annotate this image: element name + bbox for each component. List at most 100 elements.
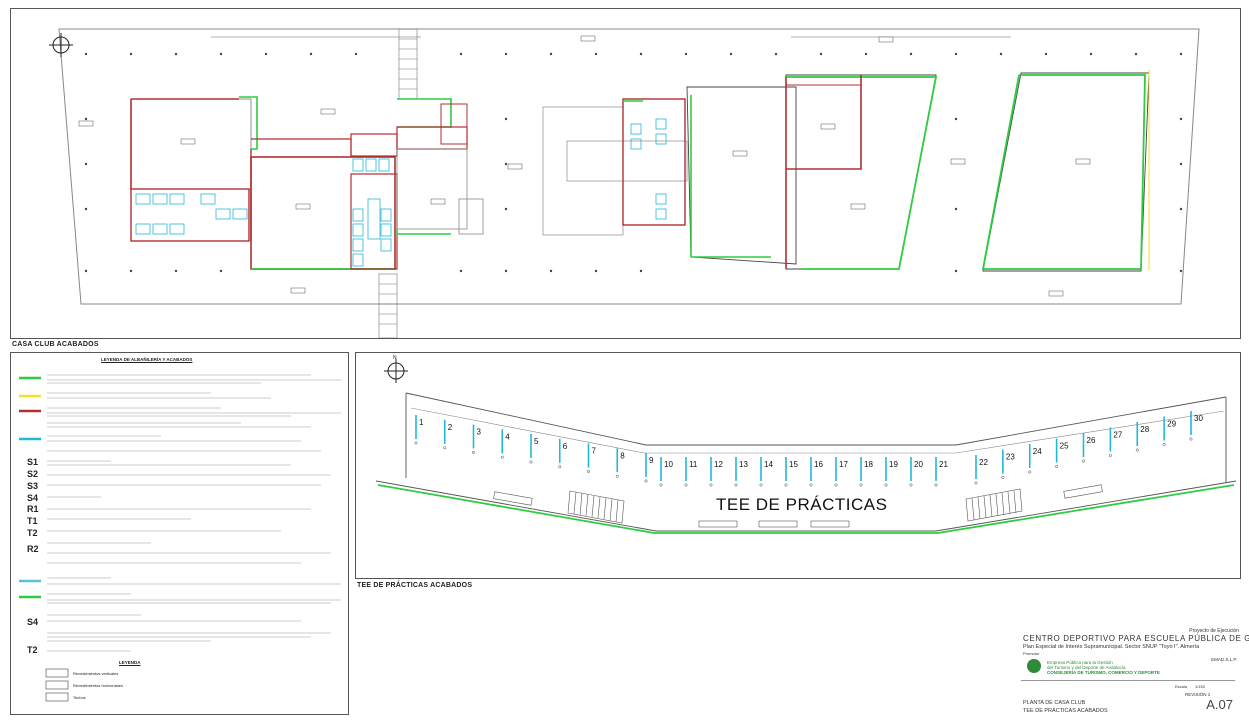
legend-code-9: S4: [27, 617, 39, 627]
tee-bay-marker: [472, 451, 475, 454]
tee-bay-number: 30: [1194, 414, 1203, 423]
casa-club-caption: CASA CLUB ACABADOS: [12, 341, 99, 348]
tee-bay-number: 11: [689, 460, 698, 469]
legend-code-7: T2: [27, 528, 38, 538]
legend-footer-heading: LEYENDA: [119, 660, 141, 665]
tee-bay-number: 20: [914, 460, 923, 469]
title-block: Proyecto de Ejecución CENTRO DEPORTIVO P…: [1015, 628, 1249, 718]
promoter-label: Promotor: [1023, 651, 1040, 656]
project-title: CENTRO DEPORTIVO PARA ESCUELA PÚBLICA DE…: [1023, 634, 1249, 643]
scale-value: 1/150: [1195, 684, 1206, 689]
tee-bay-marker: [834, 483, 838, 487]
tee-bay-number: 25: [1060, 442, 1069, 451]
tee-bay-number: 5: [534, 437, 539, 446]
sheet-number: A.07: [1206, 697, 1233, 712]
tee-floor-plan: N 123456789 10 11 12 13 14 15 16 17 18 1…: [375, 355, 1237, 534]
room-tags: [78, 35, 1091, 297]
tee-bay-marker: [1001, 476, 1005, 479]
tee-bay-number: 23: [1006, 453, 1015, 462]
tee-bay-number: 13: [739, 460, 748, 469]
tee-bay-number: 29: [1167, 420, 1176, 429]
legend-footer-item-3: Techos: [73, 695, 86, 700]
right-building-block-a: [785, 74, 938, 270]
slab-outline: [58, 28, 1200, 305]
tee-bay-marker: [1082, 459, 1085, 463]
legend-footer-item-1: Revestimientos verticales: [73, 671, 119, 676]
tee-bay-marker: [974, 481, 978, 485]
legend-footer-item-2: Revestimientos horizontales: [73, 683, 124, 688]
tee-bay-marker: [734, 483, 738, 487]
legend-footer-symbols: [45, 668, 69, 702]
tee-bay-number: 8: [620, 451, 625, 460]
svg-text:N: N: [393, 355, 397, 361]
tee-bay-number: 15: [789, 460, 798, 469]
tee-stairs-right: [965, 488, 1023, 522]
tee-bay-marker: [884, 483, 888, 487]
tee-bay-number: 9: [649, 456, 654, 465]
tee-bay-marker: [443, 446, 447, 450]
tee-bay-marker: [1189, 437, 1193, 441]
tee-bay-number: 3: [477, 428, 482, 437]
legend-lines: [19, 374, 341, 702]
tee-back-edge: [405, 392, 1227, 446]
tee-bay-marker: [809, 483, 813, 487]
tee-bay-number: 21: [939, 460, 948, 469]
tee-bay-number: 22: [979, 458, 988, 467]
legend-code-5: R1: [27, 504, 39, 514]
tee-bay-marker: [615, 474, 619, 478]
tee-bay-number: 1: [419, 418, 424, 427]
tee-bay-marker: [644, 479, 648, 483]
plan-title-1: PLANTA DE CASA CLUB: [1023, 700, 1086, 706]
scale-label: Escala: [1175, 684, 1188, 689]
legend-code-2: S2: [27, 469, 39, 479]
tee-bay-number: 2: [448, 423, 453, 432]
client-name: EMAD.S.L.P.: [1211, 657, 1237, 662]
north-arrow-icon: [49, 33, 73, 57]
legend-code-8: R2: [27, 544, 39, 554]
tee-bay-number: 16: [814, 460, 823, 469]
tee-bay-number: 19: [889, 460, 898, 469]
tee-bay-marker: [500, 455, 504, 459]
tee-bay-marker: [414, 441, 418, 445]
tee-stairs-left: [567, 490, 625, 524]
north-arrow-icon: N: [384, 355, 408, 383]
tee-bay-number: 10: [664, 460, 673, 469]
tee-bay-marker: [587, 470, 590, 473]
tee-bay-number: 6: [563, 442, 568, 451]
tee-bay-number: 26: [1087, 436, 1096, 445]
tee-plan-panel: N 1 2 3 4 5 6 7 8 9 10 11 12 13 14 15 16…: [355, 352, 1241, 579]
legend-panel: LEYENDA DE ALBAÑILERÍA Y ACABADOS S1 S2 …: [10, 352, 349, 715]
tee-bay-marker: [529, 460, 533, 464]
tee-bay-number: 17: [839, 460, 848, 469]
center-building-block: [542, 86, 797, 265]
junta-logo-icon: [1027, 659, 1041, 673]
tee-bay-marker: [1108, 454, 1112, 457]
right-building-block-b: [981, 69, 1150, 272]
legend-code-1: S1: [27, 457, 39, 467]
tee-bay-marker: [1162, 443, 1166, 446]
tee-bay-marker: [859, 483, 863, 487]
project-subtitle: Plan Especial de Interés Supramunicipal.…: [1023, 644, 1200, 650]
tee-bay-marker: [659, 483, 663, 487]
tee-bay-number: 27: [1113, 431, 1122, 440]
tee-title: TEE DE PRÁCTICAS: [716, 495, 888, 514]
tee-bay-number: 18: [864, 460, 873, 469]
legend-code-6: T1: [27, 516, 38, 526]
tee-bay-marker: [1135, 448, 1139, 452]
legend-code-3: S3: [27, 481, 39, 491]
tee-bay-marker: [934, 483, 938, 487]
tee-bay-number: 14: [764, 460, 773, 469]
legend-code-4: S4: [27, 493, 39, 503]
casa-club-floor-plan: [49, 28, 1200, 338]
tee-bay-marker: [784, 483, 788, 487]
tee-bay-number: 4: [505, 432, 510, 441]
tee-bay-marker: [759, 483, 763, 487]
tee-bay-number: 12: [714, 460, 723, 469]
legend-code-10: T2: [27, 645, 38, 655]
plan-title-2: TEE DE PRÁCTICAS ACABADOS: [1023, 708, 1108, 714]
tee-bay-marker: [558, 465, 562, 469]
tee-bay-number: 24: [1033, 447, 1042, 456]
stairs-south: [378, 273, 398, 338]
agency-line-3: CONSEJERÍA DE TURISMO, COMERCIO Y DEPORT…: [1047, 670, 1160, 675]
tee-bay-number: 7: [592, 447, 597, 456]
